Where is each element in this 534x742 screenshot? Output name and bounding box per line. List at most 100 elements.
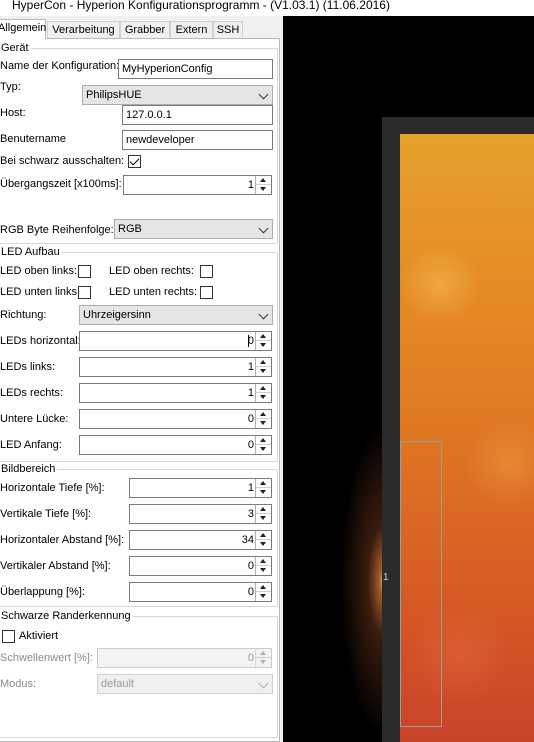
spin-up-button[interactable] [256, 410, 271, 419]
overlap-label: Überlappung [%]: [0, 586, 85, 598]
border-active-label: Aktiviert [19, 630, 59, 642]
v-gap-value: 0 [247, 560, 254, 572]
arrow-up-icon [260, 412, 266, 416]
spin-down-button[interactable] [256, 393, 271, 402]
arrow-down-icon [260, 369, 266, 373]
border-active-checkbox[interactable] [2, 630, 15, 643]
v-gap-spinner[interactable]: 0 [129, 556, 272, 576]
config-name-input[interactable]: MyHyperionConfig [118, 59, 273, 79]
threshold-value: 0 [247, 652, 254, 664]
arrow-up-icon [260, 559, 266, 563]
direction-label: Richtung: [0, 309, 47, 321]
mode-select[interactable]: default [97, 674, 273, 694]
led-area-outline [400, 441, 442, 727]
transition-spinner[interactable]: 1 [123, 175, 272, 195]
led-top-left-label: LED oben links: [0, 265, 78, 277]
spin-down-button[interactable] [256, 566, 271, 575]
spin-down-button[interactable] [256, 514, 271, 523]
spin-up-button[interactable] [256, 531, 271, 540]
led-top-left-checkbox[interactable] [78, 265, 91, 278]
leds-horizontal-spinner[interactable]: 0 [79, 331, 272, 351]
led-marker-label: 1 [383, 572, 389, 583]
h-depth-label: Horizontale Tiefe [%]: [0, 482, 105, 494]
v-gap-label: Vertikaler Abstand [%]: [0, 560, 111, 572]
spin-up-button[interactable] [256, 479, 271, 488]
bottom-gap-spinner[interactable]: 0 [79, 409, 272, 429]
tab-bar: Allgemein Verarbeitung Grabber Extern SS… [0, 19, 283, 39]
led-start-value: 0 [247, 439, 254, 451]
leds-right-spinner[interactable]: 1 [79, 383, 272, 403]
arrow-down-icon [260, 187, 266, 191]
v-depth-spinner[interactable]: 3 [129, 504, 272, 524]
black-off-checkbox[interactable] [128, 155, 141, 168]
arrow-up-icon [260, 651, 266, 655]
type-label: Typ: [0, 81, 21, 93]
transition-label: Übergangszeit [x100ms]: [0, 178, 122, 190]
spin-down-button[interactable] [256, 185, 271, 194]
led-bottom-left-label: LED unten links: [0, 286, 81, 298]
spin-down-button[interactable] [256, 540, 271, 549]
spin-up-button[interactable] [256, 436, 271, 445]
chevron-down-icon [258, 678, 269, 689]
threshold-label: Schwellenwert [%]: [0, 652, 93, 664]
tab-extern[interactable]: Extern [170, 21, 213, 38]
spin-down-button[interactable] [256, 367, 271, 376]
overlap-spinner[interactable]: 0 [129, 582, 272, 602]
config-panel: Allgemein Verarbeitung Grabber Extern SS… [0, 16, 283, 742]
spin-up-button[interactable] [256, 332, 271, 341]
h-gap-spinner[interactable]: 34 [129, 530, 272, 550]
spin-up-button[interactable] [256, 557, 271, 566]
leds-left-label: LEDs links: [0, 361, 56, 373]
arrow-up-icon [260, 481, 266, 485]
led-top-right-label: LED oben rechts: [109, 265, 194, 277]
group-black-border-title: Schwarze Randerkennung [0, 610, 133, 622]
rgb-order-select[interactable]: RGB [114, 219, 273, 239]
arrow-down-icon [260, 542, 266, 546]
spin-up-button[interactable] [256, 649, 271, 658]
tab-ssh[interactable]: SSH [213, 21, 243, 38]
bottom-gap-label: Untere Lücke: [0, 413, 69, 425]
leds-right-value: 1 [247, 387, 254, 399]
checkmark-icon [129, 155, 140, 166]
username-label: Benutername [0, 133, 67, 145]
led-bottom-right-label: LED unten rechts: [109, 286, 198, 298]
rgb-order-label: RGB Byte Reihenfolge: [0, 224, 114, 236]
overlap-value: 0 [247, 586, 254, 598]
spin-down-button[interactable] [256, 341, 271, 350]
host-label: Host: [0, 107, 26, 119]
arrow-down-icon [260, 516, 266, 520]
spin-down-button[interactable] [256, 488, 271, 497]
arrow-down-icon [260, 490, 266, 494]
arrow-up-icon [260, 386, 266, 390]
led-start-label: LED Anfang: [0, 439, 62, 451]
spin-down-button[interactable] [256, 419, 271, 428]
spin-up-button[interactable] [256, 384, 271, 393]
username-input[interactable]: newdeveloper [122, 130, 273, 150]
spin-up-button[interactable] [256, 583, 271, 592]
type-select[interactable]: PhilipsHUE [82, 85, 273, 105]
arrow-up-icon [260, 507, 266, 511]
group-geraet-title: Gerät [0, 42, 31, 54]
rgb-order-value: RGB [118, 223, 142, 235]
threshold-spinner[interactable]: 0 [97, 648, 272, 668]
spin-down-button[interactable] [256, 592, 271, 601]
h-gap-value: 34 [241, 534, 254, 546]
led-start-spinner[interactable]: 0 [79, 435, 272, 455]
spin-up-button[interactable] [256, 505, 271, 514]
spin-down-button[interactable] [256, 658, 271, 667]
led-bottom-left-checkbox[interactable] [78, 286, 91, 299]
leds-left-spinner[interactable]: 1 [79, 357, 272, 377]
host-input[interactable]: 127.0.0.1 [122, 105, 273, 125]
spin-up-button[interactable] [256, 358, 271, 367]
tab-allgemein[interactable]: Allgemein [0, 19, 46, 39]
mode-label: Modus: [0, 678, 37, 690]
direction-select[interactable]: Uhrzeigersinn [79, 305, 273, 325]
spin-up-button[interactable] [256, 176, 271, 185]
led-bottom-right-checkbox[interactable] [200, 286, 213, 299]
tab-verarbeitung[interactable]: Verarbeitung [47, 21, 120, 38]
h-depth-spinner[interactable]: 1 [129, 478, 272, 498]
tab-grabber[interactable]: Grabber [120, 21, 170, 38]
type-select-value: PhilipsHUE [86, 89, 142, 101]
spin-down-button[interactable] [256, 445, 271, 454]
led-top-right-checkbox[interactable] [200, 265, 213, 278]
